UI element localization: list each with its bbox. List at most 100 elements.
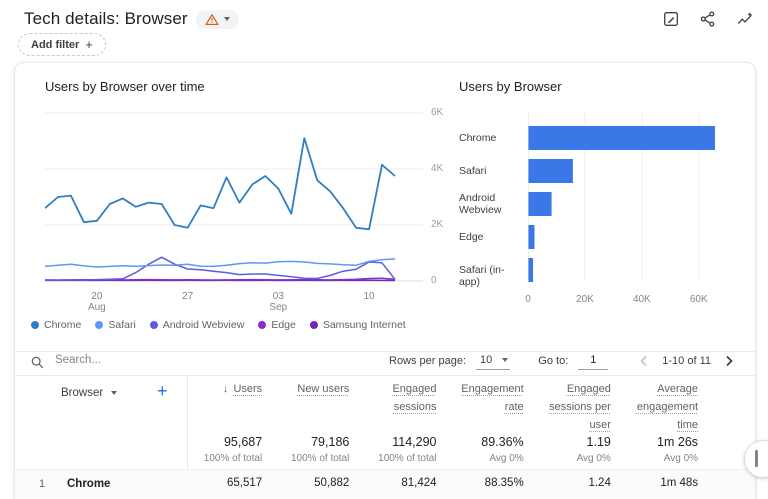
insights-icon[interactable] bbox=[736, 10, 754, 28]
totals-subtext: 100% of total bbox=[175, 453, 262, 464]
chevron-down-icon bbox=[111, 391, 117, 395]
bar-category-label: Chrome bbox=[459, 132, 525, 144]
y-axis-label: 6K bbox=[431, 107, 457, 118]
line-chart-title: Users by Browser over time bbox=[45, 79, 205, 94]
row-cell: 50,882 bbox=[262, 477, 349, 489]
rows-per-page-label: Rows per page: bbox=[389, 355, 466, 367]
report-card: Users by Browser over time Users by Brow… bbox=[14, 62, 756, 499]
x-axis-label: 20 bbox=[83, 291, 111, 302]
divider bbox=[15, 375, 755, 376]
row-value: 88.35% bbox=[437, 477, 524, 489]
column-header[interactable]: New users bbox=[262, 379, 349, 433]
totals-subtext: Avg 0% bbox=[437, 453, 524, 464]
data-quality-dropdown[interactable] bbox=[196, 10, 239, 29]
legend-item: Samsung Internet bbox=[310, 319, 406, 331]
dimension-select[interactable]: Browser bbox=[61, 387, 117, 399]
column-header[interactable]: Engaged sessions per user bbox=[524, 379, 611, 433]
page-header: Tech details: Browser bbox=[24, 6, 754, 32]
row-cell: 88.35% bbox=[437, 477, 524, 489]
pagination-range: 1-10 of 11 bbox=[662, 355, 711, 367]
row-value: 65,517 bbox=[175, 477, 262, 489]
chart-legend: Chrome Safari Android Webview Edge Samsung I… bbox=[31, 319, 406, 331]
column-header-label: Average engagement time bbox=[637, 383, 698, 431]
search-input[interactable] bbox=[53, 353, 357, 367]
panel-icon bbox=[755, 450, 758, 467]
totals-cell: 95,687 100% of total bbox=[175, 435, 262, 464]
row-value: 81,424 bbox=[349, 477, 436, 489]
bar-category-label: Safari bbox=[459, 165, 525, 177]
column-header-label: New users bbox=[297, 383, 349, 395]
next-page-icon[interactable] bbox=[721, 353, 737, 369]
bar-chart-title: Users by Browser bbox=[459, 79, 562, 94]
sort-descending-icon: ↓ bbox=[223, 383, 232, 395]
rows-per-page-value: 10 bbox=[480, 354, 492, 366]
legend-item: Edge bbox=[258, 319, 296, 331]
totals-subtext: 100% of total bbox=[349, 453, 436, 464]
users-by-browser-bar-chart[interactable] bbox=[528, 108, 754, 288]
column-header[interactable]: Average engagement time bbox=[611, 379, 698, 433]
x-axis-month-label: Aug bbox=[83, 302, 111, 313]
dimension-label: Browser bbox=[61, 387, 103, 399]
column-header-label: Engaged sessions bbox=[392, 383, 436, 413]
column-header-label: Engaged sessions per user bbox=[549, 383, 611, 431]
bar-category-label: Android Webview bbox=[459, 192, 525, 216]
totals-cell: 79,186100% of total bbox=[262, 435, 349, 464]
add-filter-button[interactable]: Add filter + bbox=[18, 33, 106, 56]
row-value: 50,882 bbox=[262, 477, 349, 489]
row-browser-name: Chrome bbox=[67, 478, 110, 490]
chevron-down-icon bbox=[224, 17, 230, 21]
row-cell: 65,517 bbox=[175, 477, 262, 489]
legend-item: Safari bbox=[95, 319, 135, 331]
share-icon[interactable] bbox=[699, 10, 717, 28]
column-header[interactable]: Engagement rate bbox=[437, 379, 524, 433]
totals-row: 95,687100% of total79,186100% of total11… bbox=[175, 435, 698, 464]
x-axis-label: 10 bbox=[355, 291, 383, 302]
column-header[interactable]: ↓ Users bbox=[175, 379, 262, 433]
y-axis-label: 0 bbox=[431, 275, 457, 286]
legend-item: Android Webview bbox=[150, 319, 245, 331]
bar-x-axis-label: 40K bbox=[627, 294, 657, 305]
row-index: 1 bbox=[39, 478, 45, 490]
warning-triangle-icon bbox=[205, 13, 219, 26]
legend-dot bbox=[258, 321, 266, 329]
add-filter-label: Add filter bbox=[31, 39, 79, 51]
bar-category-label: Edge bbox=[459, 231, 525, 243]
row-cell: 1.24 bbox=[524, 477, 611, 489]
page-title: Tech details: Browser bbox=[24, 9, 188, 29]
totals-value: 1.19 bbox=[524, 435, 611, 449]
legend-dot bbox=[150, 321, 158, 329]
legend-dot bbox=[31, 321, 39, 329]
rows-per-page-select[interactable]: 10 bbox=[476, 352, 510, 370]
legend-label: Safari bbox=[108, 319, 135, 331]
row-value: 1.24 bbox=[524, 477, 611, 489]
column-header[interactable]: Engaged sessions bbox=[349, 379, 436, 433]
legend-label: Chrome bbox=[44, 319, 81, 331]
row-values: 65,51750,88281,42488.35%1.241m 48s bbox=[175, 477, 698, 489]
previous-page-icon bbox=[636, 353, 652, 369]
users-over-time-line-chart[interactable] bbox=[45, 103, 423, 289]
go-to-label: Go to: bbox=[538, 355, 568, 367]
column-header-label: Engagement rate bbox=[461, 383, 523, 413]
report-toolbar bbox=[662, 10, 754, 28]
y-axis-label: 4K bbox=[431, 163, 457, 174]
legend-dot bbox=[95, 321, 103, 329]
legend-label: Android Webview bbox=[163, 319, 245, 331]
ga4-tech-details-screen: Tech details: Browser bbox=[0, 0, 768, 499]
bar-x-axis-label: 0 bbox=[513, 294, 543, 305]
totals-cell: 114,290100% of total bbox=[349, 435, 436, 464]
go-to-page-input[interactable] bbox=[578, 353, 608, 370]
x-axis-label: 27 bbox=[174, 291, 202, 302]
bar-category-label: Safari (in-app) bbox=[459, 264, 525, 288]
add-secondary-dimension-button[interactable]: + bbox=[157, 381, 168, 402]
totals-subtext: Avg 0% bbox=[524, 453, 611, 464]
row-cell: 81,424 bbox=[349, 477, 436, 489]
customize-report-icon[interactable] bbox=[662, 10, 680, 28]
totals-value: 89.36% bbox=[437, 435, 524, 449]
chevron-down-icon bbox=[502, 358, 508, 362]
legend-label: Edge bbox=[271, 319, 296, 331]
totals-cell: 89.36% Avg 0% bbox=[437, 435, 524, 464]
totals-value: 95,687 bbox=[175, 435, 262, 449]
totals-value: 79,186 bbox=[262, 435, 349, 449]
table-search-row: Rows per page: 10 Go to: 1-10 of 11 bbox=[15, 351, 755, 375]
pagination-controls: Rows per page: 10 Go to: 1-10 of 11 bbox=[389, 352, 737, 370]
